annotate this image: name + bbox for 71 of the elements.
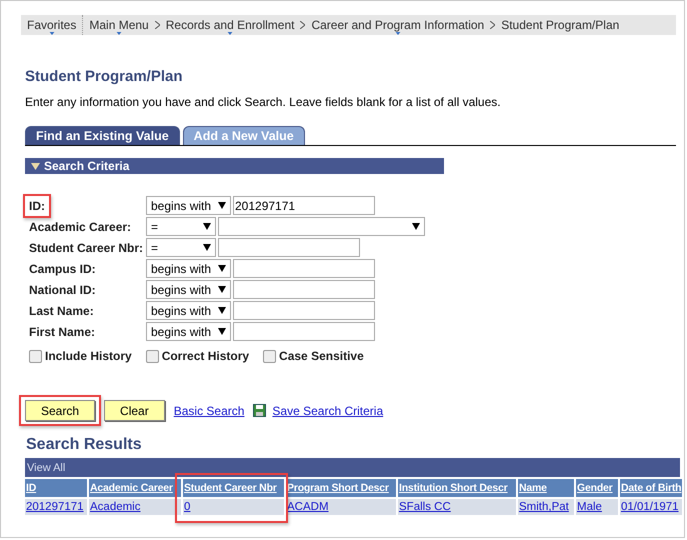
breadcrumb-link[interactable]: Career and Program Information [305, 15, 490, 35]
checkbox-label: Include History [45, 349, 132, 363]
chevron-icon [300, 21, 306, 29]
field-label: Student Career Nbr: [29, 240, 144, 254]
input-field[interactable] [233, 280, 375, 299]
dropdown-arrow-icon [218, 265, 226, 272]
action-button[interactable]: Search [25, 400, 96, 421]
chevron-icon [154, 21, 160, 29]
cell-link[interactable]: Academic [90, 501, 140, 513]
breadcrumb-link[interactable]: Records and Enrollment [160, 15, 300, 35]
save-icon [253, 404, 266, 417]
tab[interactable]: Find an Existing Value [25, 126, 180, 145]
field-label: First Name: [29, 324, 96, 338]
operator-select[interactable]: begins with [146, 322, 231, 341]
column-header[interactable]: Academic Career [89, 479, 181, 497]
cell-link[interactable]: 201297171 [26, 501, 84, 513]
results-title: Search Results [26, 436, 143, 454]
field-label: Academic Career: [29, 220, 132, 234]
field-label: Last Name: [29, 304, 94, 318]
cell-link[interactable]: 01/01/1971 [621, 501, 679, 513]
link[interactable]: Basic Search [174, 404, 244, 418]
input-field[interactable] [218, 238, 360, 257]
checkbox-label: Correct History [162, 349, 250, 363]
cell-link[interactable]: 0 [184, 501, 190, 513]
chevron-icon [490, 21, 496, 29]
instructions-text: Enter any information you have and click Search. Leave fields blank for a list of all values. [25, 95, 502, 109]
column-header[interactable]: Program Short Descr [286, 479, 396, 497]
section-header[interactable]: Search Criteria [25, 158, 444, 174]
action-button[interactable]: Clear [104, 400, 165, 421]
column-header[interactable]: Student Career Nbr [183, 479, 284, 497]
input-field[interactable] [233, 301, 375, 320]
column-header[interactable]: Institution Short Descr [398, 479, 516, 497]
view-all-link[interactable]: View All [27, 462, 66, 474]
operator-select[interactable]: begins with [146, 301, 231, 320]
operator-select[interactable]: begins with [146, 259, 231, 278]
dropdown-arrow-icon [218, 328, 226, 335]
column-header[interactable]: Gender [576, 479, 618, 497]
column-header[interactable]: ID [25, 479, 87, 497]
page-title: Student Program/Plan [25, 68, 184, 85]
breadcrumb-link[interactable]: Main Menu [83, 15, 155, 35]
cell-link[interactable]: Smith,Pat [519, 501, 569, 513]
input-field[interactable] [233, 259, 375, 278]
dropdown-arrow-icon [218, 307, 226, 314]
operator-select[interactable]: = [146, 238, 216, 257]
dropdown-arrow-icon [218, 286, 226, 293]
cell-link[interactable]: ACADM [287, 501, 329, 513]
section-title: Search Criteria [44, 159, 130, 173]
column-header[interactable]: Name [518, 479, 574, 497]
cell-link[interactable]: Male [577, 501, 602, 513]
field-label: Campus ID: [29, 262, 96, 276]
input-field[interactable]: 201297171 [233, 196, 375, 215]
operator-select[interactable]: = [146, 217, 216, 236]
input-field[interactable] [233, 322, 375, 341]
dropdown-arrow-icon [203, 244, 211, 251]
dropdown-arrow-icon [218, 202, 226, 209]
checkbox-label: Case Sensitive [279, 349, 364, 363]
field-label: National ID: [29, 282, 96, 296]
breadcrumb-link[interactable]: Student Program/Plan [495, 15, 626, 35]
checkbox[interactable] [263, 350, 276, 362]
breadcrumb-link[interactable]: Favorites [21, 15, 84, 35]
value-select[interactable] [218, 217, 425, 236]
checkbox[interactable] [29, 350, 42, 362]
dropdown-arrow-icon [412, 223, 420, 230]
checkbox[interactable] [146, 350, 159, 362]
dropdown-arrow-icon [203, 223, 211, 230]
field-label: ID: [29, 198, 45, 212]
operator-select[interactable]: begins with [146, 196, 231, 215]
link[interactable]: Save Search Criteria [272, 404, 384, 418]
cell-link[interactable]: SFalls CC [399, 501, 451, 513]
operator-select[interactable]: begins with [146, 280, 231, 299]
column-header[interactable]: Date of Birth [620, 479, 682, 497]
